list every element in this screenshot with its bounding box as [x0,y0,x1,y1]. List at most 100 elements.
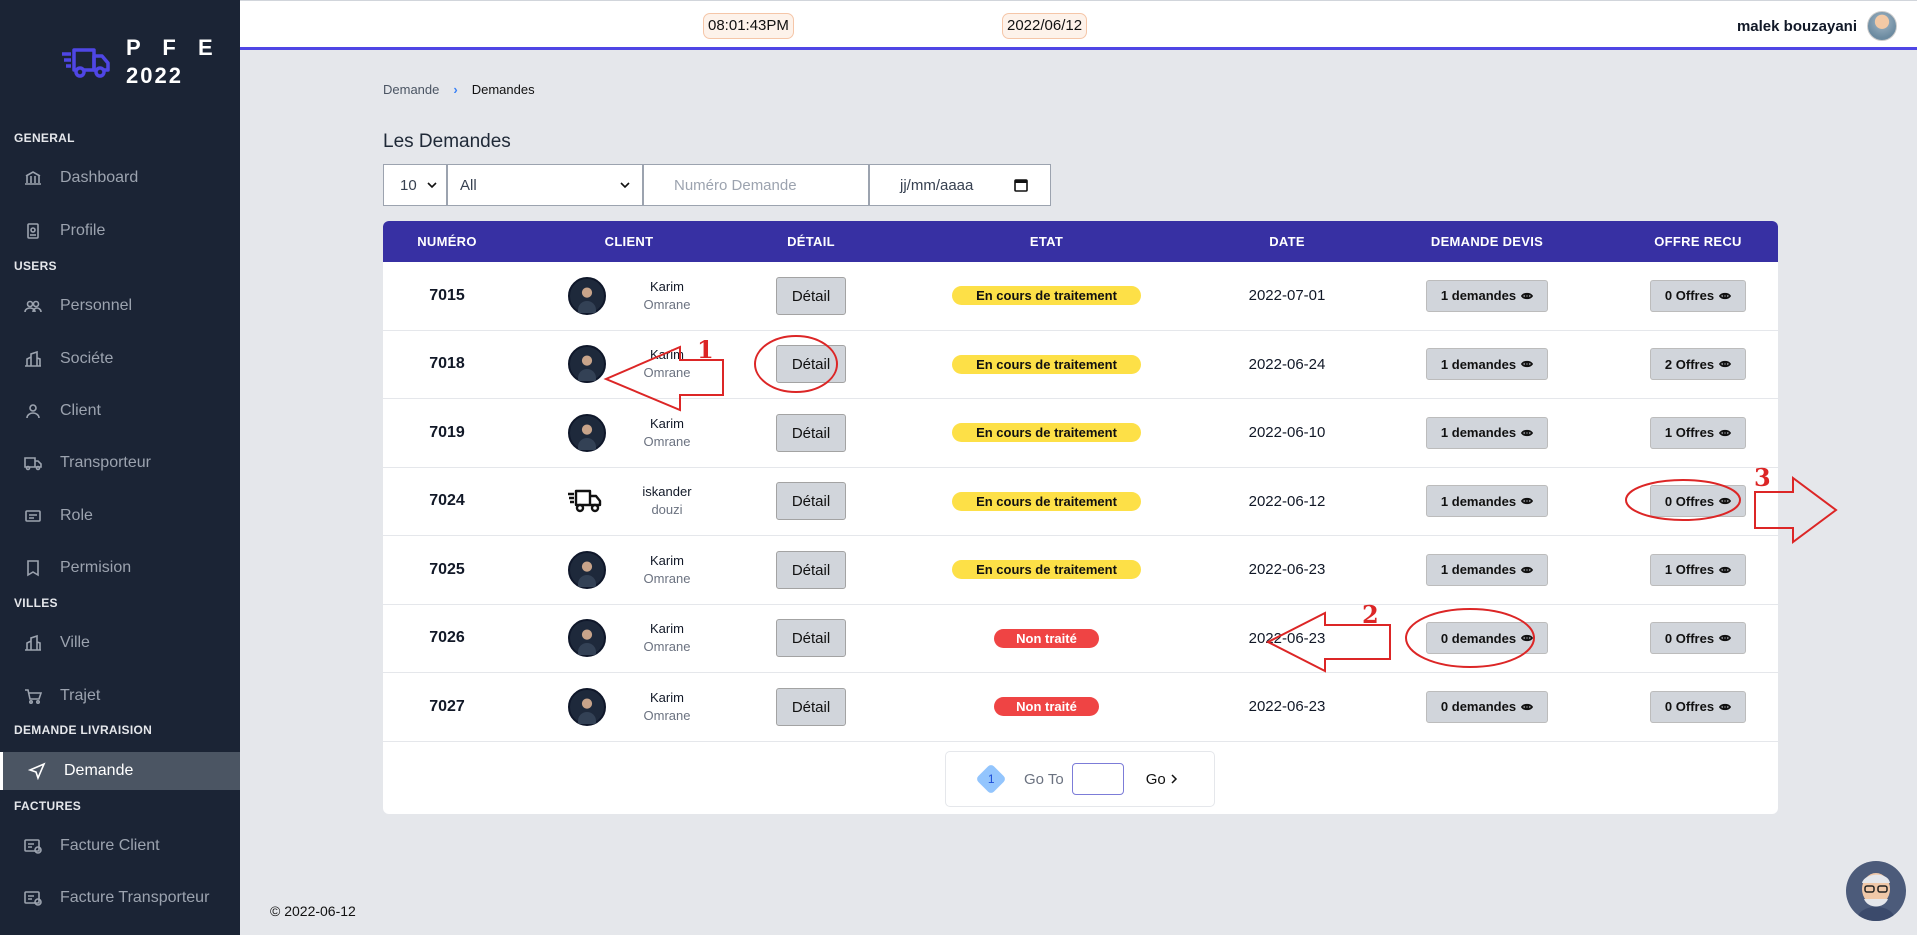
sidebar-item-dashboard[interactable]: Dashboard [0,159,240,197]
offres-button[interactable]: 2 Offres [1649,348,1747,381]
status-badge: En cours de traitement [952,560,1141,580]
status-select[interactable]: All [447,164,643,206]
detail-button[interactable]: Détail [776,619,846,658]
demandes-button[interactable]: 0 demandes [1425,622,1549,655]
status-badge: En cours de traitement [952,354,1141,374]
cell-detail: Détail [747,687,875,726]
cell-detail: Détail [747,619,875,658]
go-button[interactable]: Go [1146,771,1178,788]
cell-offre-recu: 1 Offres [1618,416,1778,449]
truck-logo-icon [62,48,110,78]
cell-detail: Détail [747,550,875,589]
cell-client: iskander douzi [511,482,747,520]
demandes-button[interactable]: 1 demandes [1425,279,1549,312]
sidebar-item-label: Demande [64,762,134,779]
chatbot-face-icon [1856,873,1896,921]
client-avatar [567,687,606,726]
demandes-button[interactable]: 1 demandes [1425,553,1549,586]
sidebar-item-facture-client[interactable]: Facture Client [0,827,240,865]
sidebar-item-trajet[interactable]: Trajet [0,677,240,715]
invoice-icon [24,839,42,854]
offres-button[interactable]: 1 Offres [1649,553,1747,586]
sidebar-item-label: Facture Client [60,837,160,854]
cell-date: 2022-06-23 [1248,629,1326,647]
demandes-table: NUMÉRO CLIENT DÉTAIL ETAT DATE DEMANDE D… [383,221,1778,814]
demandes-button[interactable]: 1 demandes [1425,485,1549,518]
cell-offre-recu: 0 Offres [1618,622,1778,655]
sidebar-item-label: Trajet [60,687,101,704]
goto-page-input[interactable] [1071,763,1124,795]
breadcrumb: Demande › Demandes [383,82,535,97]
detail-button[interactable]: Détail [776,550,846,589]
sidebar-item-label: Profile [60,222,106,239]
offres-count: 1 Offres [1664,562,1715,578]
sidebar-item-label: Ville [60,634,90,651]
eye-icon [1521,361,1534,368]
demandes-button[interactable]: 0 demandes [1425,690,1549,723]
table-body: 7015 Karim Omrane Détail En cours de traitem… [383,262,1778,742]
sidebar-item-role[interactable]: Role [0,497,240,535]
header-client: CLIENT [604,234,654,249]
annotation-label-2: 2 [1362,600,1379,629]
goto-label: Go To [1024,770,1064,788]
sidebar-item-client[interactable]: Client [0,392,240,430]
cell-client: Karim Omrane [511,619,747,658]
cell-numero: 7027 [429,697,465,715]
offres-button[interactable]: 1 Offres [1649,416,1747,449]
bank-icon [25,171,41,185]
sidebar-item-societe[interactable]: Sociéte [0,340,240,378]
sidebar-item-permision[interactable]: Permision [0,549,240,587]
breadcrumb-parent[interactable]: Demande [383,82,439,97]
offres-button[interactable]: 0 Offres [1649,690,1747,723]
cell-numero: 7018 [429,355,465,373]
header-date: DATE [1269,234,1305,249]
page-size-select[interactable]: 10 [383,164,447,206]
demandes-button[interactable]: 1 demandes [1425,348,1549,381]
cell-date: 2022-06-10 [1248,424,1326,442]
user-menu[interactable]: malek bouzayani [1737,11,1897,41]
header-demande-devis: DEMANDE DEVIS [1430,234,1544,249]
table-row: 7015 Karim Omrane Détail En cours de traitem… [383,262,1778,331]
demandes-count: 0 demandes [1440,699,1517,715]
detail-button[interactable]: Détail [776,276,846,315]
cell-client: Karim Omrane [511,276,747,315]
sidebar-item-profile[interactable]: Profile [0,212,240,250]
demandes-count: 0 demandes [1440,630,1517,646]
sidebar-item-label: Role [60,507,93,524]
offres-button[interactable]: 0 Offres [1649,279,1747,312]
sidebar-item-facture-transporteur[interactable]: Facture Transporteur [0,879,240,917]
detail-button[interactable]: Détail [776,687,846,726]
page-1-button[interactable]: 1 [975,763,1007,795]
sidebar-item-demande[interactable]: Demande [0,752,240,790]
eye-icon [1719,429,1732,436]
demandes-button[interactable]: 1 demandes [1425,416,1549,449]
detail-button[interactable]: Détail [776,345,846,384]
calendar-icon[interactable] [1014,178,1028,192]
page-size-value: 10 [400,176,417,194]
detail-button[interactable]: Détail [776,413,846,452]
table-header: NUMÉRO CLIENT DÉTAIL ETAT DATE DEMANDE D… [383,221,1778,262]
eye-icon [1521,498,1534,505]
chatbot-avatar[interactable] [1846,861,1906,921]
bookmark-icon [27,560,39,577]
eye-icon [1719,498,1732,505]
section-villes: VILLES [14,596,58,610]
offres-button[interactable]: 0 Offres [1649,485,1747,518]
client-avatar [567,345,606,384]
offres-button[interactable]: 0 Offres [1649,622,1747,655]
client-avatar [567,550,606,589]
eye-icon [1719,361,1732,368]
sidebar-item-transporteur[interactable]: Transporteur [0,444,240,482]
cell-date: 2022-06-23 [1248,561,1326,579]
annotation-label-1: 1 [697,335,714,364]
cell-etat: En cours de traitement [875,560,1218,580]
clock-time: 08:01:43PM [703,13,794,39]
sidebar-item-ville[interactable]: Ville [0,624,240,662]
sidebar-item-personnel[interactable]: Personnel [0,287,240,325]
numero-search-input[interactable]: Numéro Demande [643,164,869,206]
date-input[interactable]: jj/mm/aaaa [869,164,1051,206]
detail-button[interactable]: Détail [776,482,846,521]
cell-numero: 7026 [429,629,465,647]
current-date: 2022/06/12 [1002,13,1088,39]
client-first-name: Karim [650,415,684,431]
